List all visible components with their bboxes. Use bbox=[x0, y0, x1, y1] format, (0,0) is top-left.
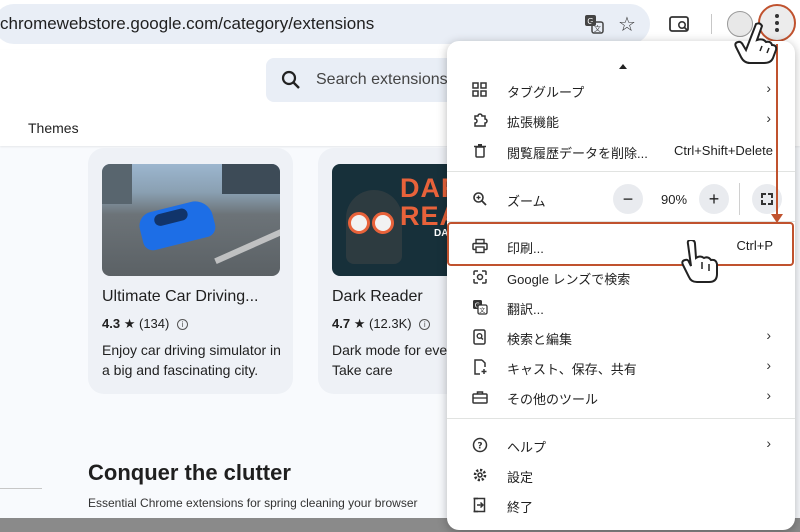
rating-value: 4.3 bbox=[102, 316, 121, 331]
print-highlight-box bbox=[447, 222, 794, 266]
extension-title: Ultimate Car Driving... bbox=[102, 288, 259, 305]
review-count: (12.3K) bbox=[368, 316, 412, 331]
annotation-arrow-head bbox=[771, 214, 783, 223]
thumb-car bbox=[136, 197, 218, 253]
settings-icon bbox=[472, 467, 488, 483]
chevron-right-icon: › bbox=[766, 110, 771, 126]
pointing-hand-icon bbox=[734, 22, 778, 64]
keyboard-shortcut: Ctrl+Shift+Delete bbox=[674, 143, 773, 158]
bookmark-star-icon[interactable]: ☆ bbox=[613, 10, 641, 38]
chevron-right-icon: › bbox=[766, 357, 771, 373]
menu-item-label: Google レンズで検索 bbox=[507, 272, 631, 287]
divider bbox=[0, 488, 42, 489]
menu-item-google-lens[interactable]: Google レンズで検索 bbox=[447, 262, 795, 292]
menu-item-extensions[interactable]: 拡張機能 › bbox=[447, 105, 795, 135]
menu-scroll-up-icon[interactable] bbox=[619, 64, 627, 69]
menu-item-search-and-edit[interactable]: 検索と編集 › bbox=[447, 322, 795, 352]
menu-item-clear-browsing-data[interactable]: 閲覧履歴データを削除... Ctrl+Shift+Delete bbox=[447, 136, 795, 166]
review-count: (134) bbox=[138, 316, 170, 331]
search-icon bbox=[280, 69, 302, 96]
menu-item-label: 閲覧履歴データを削除... bbox=[507, 146, 648, 161]
menu-item-translate[interactable]: G文 翻訳... bbox=[447, 292, 795, 322]
translate-icon: G文 bbox=[472, 299, 488, 315]
thumb-glasses-right bbox=[372, 212, 394, 234]
pointing-hand-icon bbox=[681, 240, 718, 283]
lens-icon bbox=[472, 269, 488, 285]
menu-item-label: ヘルプ bbox=[507, 440, 547, 455]
exit-icon bbox=[472, 497, 488, 513]
star-icon: ★ bbox=[353, 316, 366, 331]
menu-item-label: その他のツール bbox=[507, 392, 599, 407]
star-icon: ★ bbox=[123, 316, 136, 331]
trash-icon bbox=[472, 143, 488, 159]
menu-item-settings[interactable]: 設定 bbox=[447, 460, 795, 490]
thumb-building bbox=[102, 164, 132, 204]
extension-title: Dark Reader bbox=[332, 288, 423, 305]
thumb-glasses-left bbox=[348, 212, 370, 234]
address-bar[interactable]: chromewebstore.google.com/category/exten… bbox=[0, 4, 650, 44]
search-edit-icon bbox=[472, 329, 488, 345]
menu-item-label: 終了 bbox=[507, 500, 534, 515]
tab-search-icon[interactable] bbox=[666, 10, 694, 38]
chevron-right-icon: › bbox=[766, 327, 771, 343]
zoom-icon bbox=[472, 191, 488, 207]
section-subtitle: Essential Chrome extensions for spring c… bbox=[88, 496, 418, 510]
menu-item-label: 拡張機能 bbox=[507, 115, 560, 130]
menu-item-tab-groups[interactable]: タブグループ › bbox=[447, 75, 795, 105]
zoom-out-button[interactable]: − bbox=[613, 184, 643, 214]
annotation-arrow-line bbox=[776, 44, 778, 216]
toolbar-divider bbox=[711, 14, 712, 34]
svg-text:?: ? bbox=[477, 442, 482, 452]
menu-item-more-tools[interactable]: その他のツール › bbox=[447, 382, 795, 412]
chevron-right-icon: › bbox=[766, 387, 771, 403]
zoom-in-button[interactable]: + bbox=[699, 184, 729, 214]
extension-description: Enjoy car driving simulator in a big and… bbox=[102, 342, 281, 378]
menu-item-help[interactable]: ? ヘルプ › bbox=[447, 430, 795, 460]
cast-save-icon bbox=[472, 359, 488, 375]
chevron-right-icon: › bbox=[766, 80, 771, 96]
thumb-building bbox=[222, 164, 280, 194]
menu-item-label: キャスト、保存、共有 bbox=[507, 362, 637, 377]
help-icon: ? bbox=[472, 437, 488, 453]
menu-item-label: 検索と編集 bbox=[507, 332, 573, 347]
menu-item-cast-save-share[interactable]: キャスト、保存、共有 › bbox=[447, 352, 795, 382]
menu-item-label: ズーム bbox=[507, 194, 546, 209]
extension-icon bbox=[472, 112, 488, 128]
zoom-level: 90% bbox=[660, 192, 688, 207]
svg-text:文: 文 bbox=[594, 24, 601, 33]
extension-rating: 4.7 ★ (12.3K) i bbox=[332, 316, 431, 332]
info-icon[interactable]: i bbox=[419, 319, 431, 330]
extension-thumbnail bbox=[102, 164, 280, 276]
thumb-road-marking bbox=[214, 225, 280, 265]
section-title: Conquer the clutter bbox=[88, 460, 291, 485]
svg-text:文: 文 bbox=[479, 307, 485, 315]
rating-value: 4.7 bbox=[332, 316, 351, 331]
menu-item-label: 設定 bbox=[507, 470, 534, 485]
extension-card[interactable]: Ultimate Car Driving... 4.3 ★ (134) i En… bbox=[88, 148, 293, 394]
menu-item-label: 翻訳... bbox=[507, 302, 544, 317]
translate-page-icon[interactable]: G文 bbox=[580, 10, 608, 38]
info-icon[interactable]: i bbox=[176, 319, 188, 330]
tab-themes[interactable]: Themes bbox=[28, 120, 79, 136]
chrome-main-menu: タブグループ › 拡張機能 › 閲覧履歴データを削除... Ctrl+Shift… bbox=[447, 41, 795, 530]
menu-separator bbox=[447, 418, 795, 419]
address-url[interactable]: chromewebstore.google.com/category/exten… bbox=[0, 14, 374, 34]
toolbox-icon bbox=[472, 389, 488, 405]
menu-separator bbox=[447, 171, 795, 172]
tab-group-icon bbox=[472, 82, 488, 98]
zoom-divider bbox=[739, 183, 740, 215]
menu-item-label: タブグループ bbox=[507, 85, 585, 100]
menu-item-exit[interactable]: 終了 bbox=[447, 490, 795, 520]
extension-rating: 4.3 ★ (134) i bbox=[102, 316, 188, 332]
chevron-right-icon: › bbox=[766, 435, 771, 451]
